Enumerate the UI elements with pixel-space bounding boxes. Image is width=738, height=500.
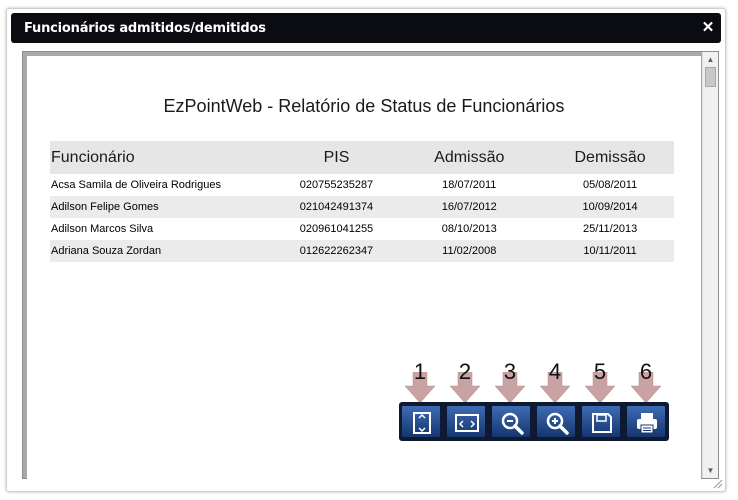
zoom-out-button[interactable] <box>491 405 531 438</box>
fit-page-icon <box>413 412 431 434</box>
column-header-funcionario: Funcionário <box>50 141 281 174</box>
print-button[interactable] <box>626 405 666 438</box>
cell-pis: 020755235287 <box>299 179 374 191</box>
vertical-scrollbar[interactable]: ▲ ▼ <box>702 52 718 478</box>
callout-number: 3 <box>503 359 517 384</box>
table-header-row: Funcionário PIS Admissão Demissão <box>50 141 674 174</box>
fit-width-icon <box>455 414 479 432</box>
cell-funcionario: Adilson Felipe Gomes <box>50 196 281 218</box>
callout-6: 6 <box>630 360 662 404</box>
callout-number: 2 <box>458 359 472 384</box>
callout-1: 1 <box>404 360 436 404</box>
fit-width-button[interactable] <box>446 405 486 438</box>
cell-demissao: 10/09/2014 <box>546 196 674 218</box>
cell-demissao: 05/08/2011 <box>582 179 638 191</box>
viewer-toolbar <box>399 402 669 441</box>
close-button[interactable]: ✕ <box>699 18 717 38</box>
cell-admissao: 16/07/2012 <box>392 196 547 218</box>
cell-demissao: 25/11/2013 <box>582 223 638 235</box>
report-table: Funcionário PIS Admissão Demissão Acsa S… <box>50 141 674 262</box>
report-title: EzPointWeb - Relatório de Status de Func… <box>163 96 565 116</box>
table-row: Adriana Souza Zordan 012622262347 11/02/… <box>50 240 674 262</box>
cell-funcionario: Acsa Samila de Oliveira Rodrigues <box>51 179 221 191</box>
column-header-demissao: Demissão <box>546 141 674 174</box>
callout-2: 2 <box>449 360 481 404</box>
zoom-out-icon <box>501 412 524 435</box>
cell-admissao: 08/10/2013 <box>441 223 497 235</box>
cell-admissao: 11/02/2008 <box>392 240 547 262</box>
cell-funcionario: Adriana Souza Zordan <box>50 240 281 262</box>
scroll-thumb[interactable] <box>705 67 716 87</box>
print-icon <box>637 413 657 434</box>
cell-pis: 021042491374 <box>280 196 393 218</box>
callout-5: 5 <box>584 360 616 404</box>
table-row: Adilson Felipe Gomes 021042491374 16/07/… <box>50 196 674 218</box>
cell-pis: 012622262347 <box>280 240 393 262</box>
zoom-in-icon <box>546 412 569 435</box>
save-icon <box>592 413 612 433</box>
dialog-title: Funcionários admitidos/demitidos <box>24 21 266 36</box>
scroll-up-arrow-icon[interactable]: ▲ <box>703 52 718 67</box>
cell-pis: 020961041255 <box>299 223 374 235</box>
cell-demissao: 10/11/2011 <box>546 240 674 262</box>
scroll-down-arrow-icon[interactable]: ▼ <box>703 463 718 478</box>
column-header-pis: PIS <box>280 141 393 174</box>
fit-page-button[interactable] <box>401 405 441 438</box>
callout-4: 4 <box>539 360 571 404</box>
callout-number: 5 <box>593 359 607 384</box>
resize-grip-icon[interactable] <box>713 479 723 489</box>
table-row: Acsa Samila de Oliveira Rodrigues 020755… <box>50 174 674 196</box>
callout-number: 1 <box>413 359 427 384</box>
callout-3: 3 <box>494 360 526 404</box>
table-row: Adilson Marcos Silva 020961041255 08/10/… <box>50 218 674 240</box>
cell-funcionario: Adilson Marcos Silva <box>51 223 154 235</box>
dialog-titlebar[interactable]: Funcionários admitidos/demitidos ✕ <box>11 13 721 43</box>
cell-admissao: 18/07/2011 <box>442 179 497 191</box>
zoom-in-button[interactable] <box>536 405 576 438</box>
callout-number: 6 <box>639 359 653 384</box>
save-button[interactable] <box>581 405 621 438</box>
callout-number: 4 <box>548 359 562 384</box>
column-header-admissao: Admissão <box>392 141 547 174</box>
